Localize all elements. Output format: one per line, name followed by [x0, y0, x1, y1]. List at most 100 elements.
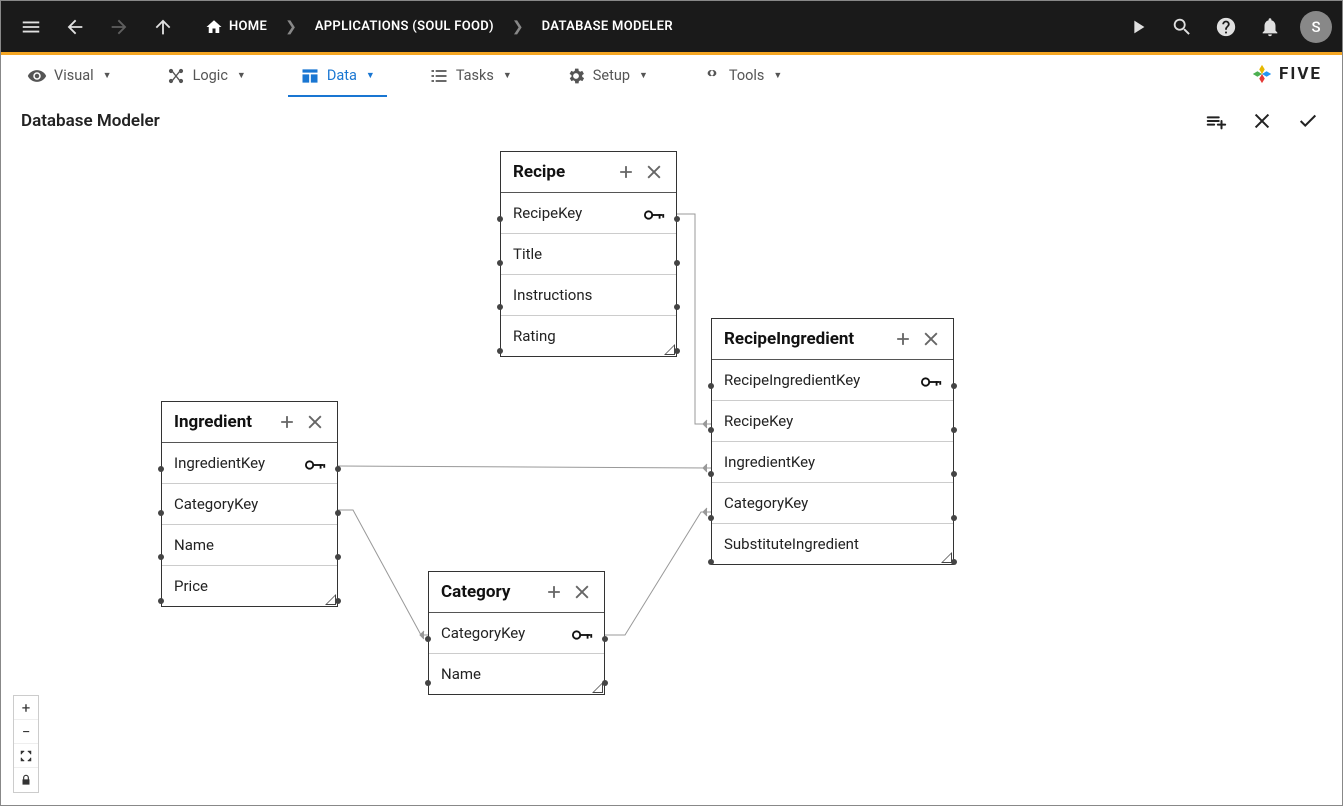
plus-icon: [277, 412, 297, 432]
table-header[interactable]: Ingredient: [162, 402, 337, 443]
up-button[interactable]: [143, 7, 183, 47]
field-name: Price: [174, 577, 208, 595]
primary-key-icon: [305, 457, 325, 469]
table-field[interactable]: Instructions: [501, 275, 676, 316]
table-field[interactable]: CategoryKey: [429, 613, 604, 654]
resize-handle[interactable]: [939, 550, 953, 564]
zoom-in-button[interactable]: +: [14, 696, 38, 720]
add-field-button[interactable]: [893, 329, 913, 349]
table-field[interactable]: SubstituteIngredient: [712, 524, 953, 564]
page-actions: [1202, 107, 1322, 135]
menu-label: Tools: [729, 67, 765, 84]
add-list-button[interactable]: [1202, 107, 1230, 135]
table-field[interactable]: Rating: [501, 316, 676, 356]
logo-text: FIVE: [1279, 64, 1322, 84]
table-recipeingredient[interactable]: RecipeIngredient RecipeIngredientKey Recip…: [711, 318, 954, 565]
resize-handle[interactable]: [590, 680, 604, 694]
table-field[interactable]: Price: [162, 566, 337, 606]
dropdown-triangle-icon: ▼: [103, 70, 112, 81]
playlist-add-icon: [1205, 110, 1227, 132]
table-field[interactable]: CategoryKey: [162, 484, 337, 525]
forward-button: [99, 7, 139, 47]
table-field[interactable]: Name: [162, 525, 337, 566]
run-button[interactable]: [1118, 7, 1158, 47]
back-button[interactable]: [55, 7, 95, 47]
zoom-lock-button[interactable]: [14, 768, 38, 792]
brand-logo: FIVE: [1251, 63, 1322, 85]
menubar: Visual ▼ Logic ▼ Data ▼ Tasks ▼ Setup ▼ …: [1, 55, 1342, 97]
resize-handle[interactable]: [662, 342, 676, 356]
table-field[interactable]: RecipeKey: [501, 193, 676, 234]
table-field[interactable]: CategoryKey: [712, 483, 953, 524]
menu-setup[interactable]: Setup ▼: [554, 58, 660, 94]
table-header[interactable]: RecipeIngredient: [712, 319, 953, 360]
chevron-right-icon: ❯: [281, 19, 301, 35]
close-icon: [305, 412, 325, 432]
table-icon: [300, 66, 320, 86]
cancel-button[interactable]: [1248, 107, 1276, 135]
menu-label: Logic: [193, 67, 228, 84]
table-field[interactable]: Title: [501, 234, 676, 275]
avatar[interactable]: S: [1300, 11, 1332, 43]
close-table-button[interactable]: [305, 412, 325, 432]
add-field-button[interactable]: [544, 582, 564, 602]
table-fields: RecipeKey Title InstructionsRating: [501, 193, 676, 356]
add-field-button[interactable]: [616, 162, 636, 182]
field-name: RecipeKey: [513, 204, 582, 222]
table-category[interactable]: Category CategoryKey Name: [428, 571, 605, 695]
plus-icon: [616, 162, 636, 182]
table-fields: CategoryKey Name: [429, 613, 604, 694]
breadcrumb-database-modeler[interactable]: DATABASE MODELER: [534, 13, 681, 40]
table-field[interactable]: RecipeIngredientKey: [712, 360, 953, 401]
table-field[interactable]: IngredientKey: [712, 442, 953, 483]
help-button[interactable]: [1206, 7, 1246, 47]
search-button[interactable]: [1162, 7, 1202, 47]
table-field[interactable]: Name: [429, 654, 604, 694]
close-table-button[interactable]: [572, 582, 592, 602]
avatar-initial: S: [1311, 18, 1320, 36]
table-ingredient[interactable]: IngredientIngredientKey CategoryKey Name Pr…: [161, 401, 338, 607]
add-field-button[interactable]: [277, 412, 297, 432]
field-name: CategoryKey: [441, 624, 525, 642]
close-icon: [572, 582, 592, 602]
menu-logic[interactable]: Logic ▼: [154, 58, 258, 94]
table-title: Recipe: [513, 162, 608, 182]
table-header[interactable]: Category: [429, 572, 604, 613]
table-recipe[interactable]: Recipe RecipeKey Title InstructionsRating: [500, 151, 677, 357]
field-name: RecipeIngredientKey: [724, 371, 860, 389]
table-fields: IngredientKey CategoryKey Name Price: [162, 443, 337, 606]
resize-handle[interactable]: [323, 592, 337, 606]
save-button[interactable]: [1294, 107, 1322, 135]
menu-tools[interactable]: Tools ▼: [690, 58, 794, 94]
table-field[interactable]: RecipeKey: [712, 401, 953, 442]
dropdown-triangle-icon: ▼: [503, 70, 512, 81]
close-icon: [1251, 110, 1273, 132]
close-table-button[interactable]: [644, 162, 664, 182]
plus-icon: [544, 582, 564, 602]
menu-data[interactable]: Data ▼: [288, 58, 387, 94]
hamburger-menu-button[interactable]: [11, 7, 51, 47]
field-name: Title: [513, 245, 542, 263]
page-title: Database Modeler: [21, 111, 160, 131]
menu-label: Visual: [54, 67, 94, 84]
breadcrumb-label: APPLICATIONS (SOUL FOOD): [315, 19, 494, 34]
modeler-canvas[interactable]: Recipe RecipeKey Title InstructionsRating In…: [1, 146, 1342, 805]
breadcrumb-home[interactable]: HOME: [197, 12, 275, 42]
table-header[interactable]: Recipe: [501, 152, 676, 193]
notifications-button[interactable]: [1250, 7, 1290, 47]
play-icon: [1127, 16, 1149, 38]
breadcrumb-applications[interactable]: APPLICATIONS (SOUL FOOD): [307, 13, 502, 40]
close-icon: [644, 162, 664, 182]
zoom-out-button[interactable]: −: [14, 720, 38, 744]
close-table-button[interactable]: [921, 329, 941, 349]
logic-icon: [166, 66, 186, 86]
menu-tasks[interactable]: Tasks ▼: [417, 58, 524, 94]
header-right: S: [1118, 7, 1332, 47]
field-name: CategoryKey: [174, 495, 258, 513]
tools-icon: [702, 66, 722, 86]
table-field[interactable]: IngredientKey: [162, 443, 337, 484]
menu-visual[interactable]: Visual ▼: [15, 58, 124, 94]
zoom-fit-button[interactable]: [14, 744, 38, 768]
arrow-right-icon: [108, 16, 130, 38]
table-title: RecipeIngredient: [724, 329, 885, 349]
